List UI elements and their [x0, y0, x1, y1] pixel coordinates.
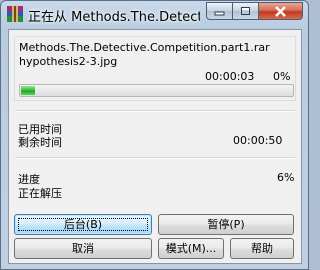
pause-button-label: 暂停(P) [207, 218, 245, 231]
file-percent: 0% [273, 70, 291, 83]
remaining-label: 剩余时间 [18, 136, 62, 149]
file-progress-bar [19, 84, 294, 97]
mode-button-label: 模式(M)... [165, 242, 217, 255]
close-button[interactable] [258, 2, 303, 20]
current-file-name: hypothesis2-3.jpg [19, 55, 118, 68]
divider [15, 110, 295, 112]
winrar-icon [7, 6, 23, 22]
mode-button[interactable]: 模式(M)... [158, 238, 224, 259]
maximize-button[interactable] [232, 2, 259, 20]
dialog-body: Methods.The.Detective.Competition.part1.… [8, 29, 302, 264]
divider [15, 157, 295, 159]
help-button-label: 帮助 [251, 242, 273, 255]
archive-name: Methods.The.Detective.Competition.part1.… [19, 41, 270, 54]
pause-button[interactable]: 暂停(P) [158, 214, 294, 235]
progress-value: 6% [277, 171, 295, 184]
background-button[interactable]: 后台(B) [14, 214, 152, 235]
file-progress-fill [21, 86, 35, 95]
status-text: 正在解压 [18, 187, 62, 200]
current-file-panel: Methods.The.Detective.Competition.part1.… [14, 36, 296, 101]
remaining-value: 00:00:50 [233, 134, 283, 147]
cancel-button[interactable]: 取消 [14, 238, 152, 259]
minimize-button[interactable] [206, 2, 233, 20]
close-icon [275, 6, 286, 17]
maximize-icon [241, 7, 250, 15]
minimize-icon [214, 11, 225, 16]
focus-indicator [18, 218, 148, 231]
title-bar[interactable]: 正在从 Methods.The.Detective.Competition.pa… [1, 1, 308, 29]
extract-window: 正在从 Methods.The.Detective.Competition.pa… [0, 0, 309, 270]
file-time: 00:00:03 [205, 70, 255, 83]
help-button[interactable]: 帮助 [230, 238, 294, 259]
cancel-button-label: 取消 [72, 242, 94, 255]
window-title: 正在从 Methods.The.Detective.Competition.pa… [28, 10, 200, 25]
